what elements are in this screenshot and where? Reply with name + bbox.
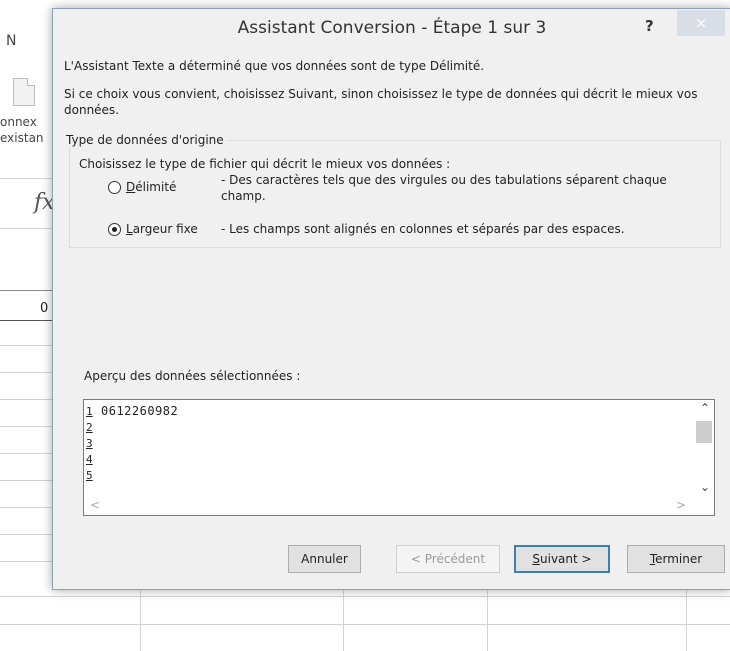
grid-row-line (0, 534, 52, 535)
grid-row-line (0, 480, 52, 481)
row-number: 1 (86, 405, 93, 418)
grid-column-line (487, 588, 488, 651)
formula-bar-line (0, 228, 52, 229)
close-button[interactable]: × (677, 10, 725, 36)
grid-row-line (0, 561, 52, 562)
grid-column-line (343, 588, 344, 651)
grid-column-line (686, 588, 687, 651)
option-fixed-width-label[interactable]: Largeur fixe (126, 222, 198, 236)
text-import-wizard-dialog: Assistant Conversion - Étape 1 sur 3 ? ×… (52, 8, 730, 590)
cell-value: 0 (40, 301, 49, 316)
existing-connections-label-1: onnex (0, 115, 37, 129)
document-icon (13, 78, 35, 106)
accelerator-key: D (126, 180, 136, 194)
existing-connections-label-2: existan (0, 131, 44, 145)
label-text: erminer (655, 552, 703, 566)
help-button[interactable]: ? (645, 17, 654, 35)
label-text: argeur fixe (132, 222, 198, 236)
row-number: 3 (86, 437, 93, 450)
grid-row-line (0, 596, 730, 597)
accelerator-key: S (532, 552, 541, 566)
selected-cell-border (0, 320, 52, 321)
scroll-down-icon[interactable]: ⌄ (700, 480, 710, 494)
group-instruction: Choisissez le type de fichier qui décrit… (79, 157, 451, 171)
grid-row-line (0, 453, 52, 454)
grid-row-line (0, 507, 52, 508)
option-delimited-description: - Des caractères tels que des virgules o… (221, 173, 667, 203)
scroll-up-icon[interactable]: ⌃ (700, 401, 710, 415)
finish-button[interactable]: Terminer (627, 545, 725, 573)
horizontal-scrollbar[interactable]: < > (84, 497, 697, 515)
vertical-scrollbar[interactable]: ⌃ ⌄ (696, 400, 714, 495)
label-text: uivant > (540, 552, 592, 566)
grid-column-line (140, 588, 141, 651)
radio-delimited[interactable] (108, 181, 121, 194)
preview-data-text: 0612260982 (101, 404, 179, 418)
grid-row-line (0, 399, 52, 400)
next-button[interactable]: Suivant > (514, 545, 610, 573)
grid-row-line (0, 624, 730, 625)
scroll-left-icon[interactable]: < (90, 498, 100, 512)
row-number: 4 (86, 453, 93, 466)
grid-row-line (0, 345, 52, 346)
dialog-title: Assistant Conversion - Étape 1 sur 3 (237, 18, 547, 38)
intro-text-line1: L'Assistant Texte a déterminé que vos do… (64, 59, 485, 73)
data-preview-box[interactable]: 1 2 3 4 5 0612260982 ⌃ ⌄ < > (83, 399, 715, 516)
intro-text-line2: Si ce choix vous convient, choisissez Su… (64, 87, 698, 117)
group-title: Type de données d'origine (64, 133, 227, 147)
title-bar[interactable]: Assistant Conversion - Étape 1 sur 3 ? × (53, 9, 730, 47)
ribbon-letter: N (6, 33, 17, 49)
row-number: 5 (86, 469, 93, 482)
column-header-line (0, 290, 52, 291)
cancel-button[interactable]: Annuler (288, 545, 361, 573)
option-fixed-width-description: - Les champs sont alignés en colonnes et… (221, 222, 625, 236)
scroll-right-icon[interactable]: > (676, 498, 686, 512)
option-delimited-label[interactable]: Délimité (126, 180, 176, 194)
label-text: élimité (135, 180, 177, 194)
ribbon-divider (0, 178, 52, 179)
preview-label: Aperçu des données sélectionnées : (84, 369, 301, 383)
radio-fixed-width[interactable] (108, 223, 121, 236)
accelerator-key: L (126, 222, 133, 236)
previous-button[interactable]: < Précédent (396, 545, 500, 573)
grid-row-line (0, 372, 52, 373)
row-number: 2 (86, 421, 93, 434)
scrollbar-thumb[interactable] (696, 421, 712, 443)
grid-row-line (0, 426, 52, 427)
